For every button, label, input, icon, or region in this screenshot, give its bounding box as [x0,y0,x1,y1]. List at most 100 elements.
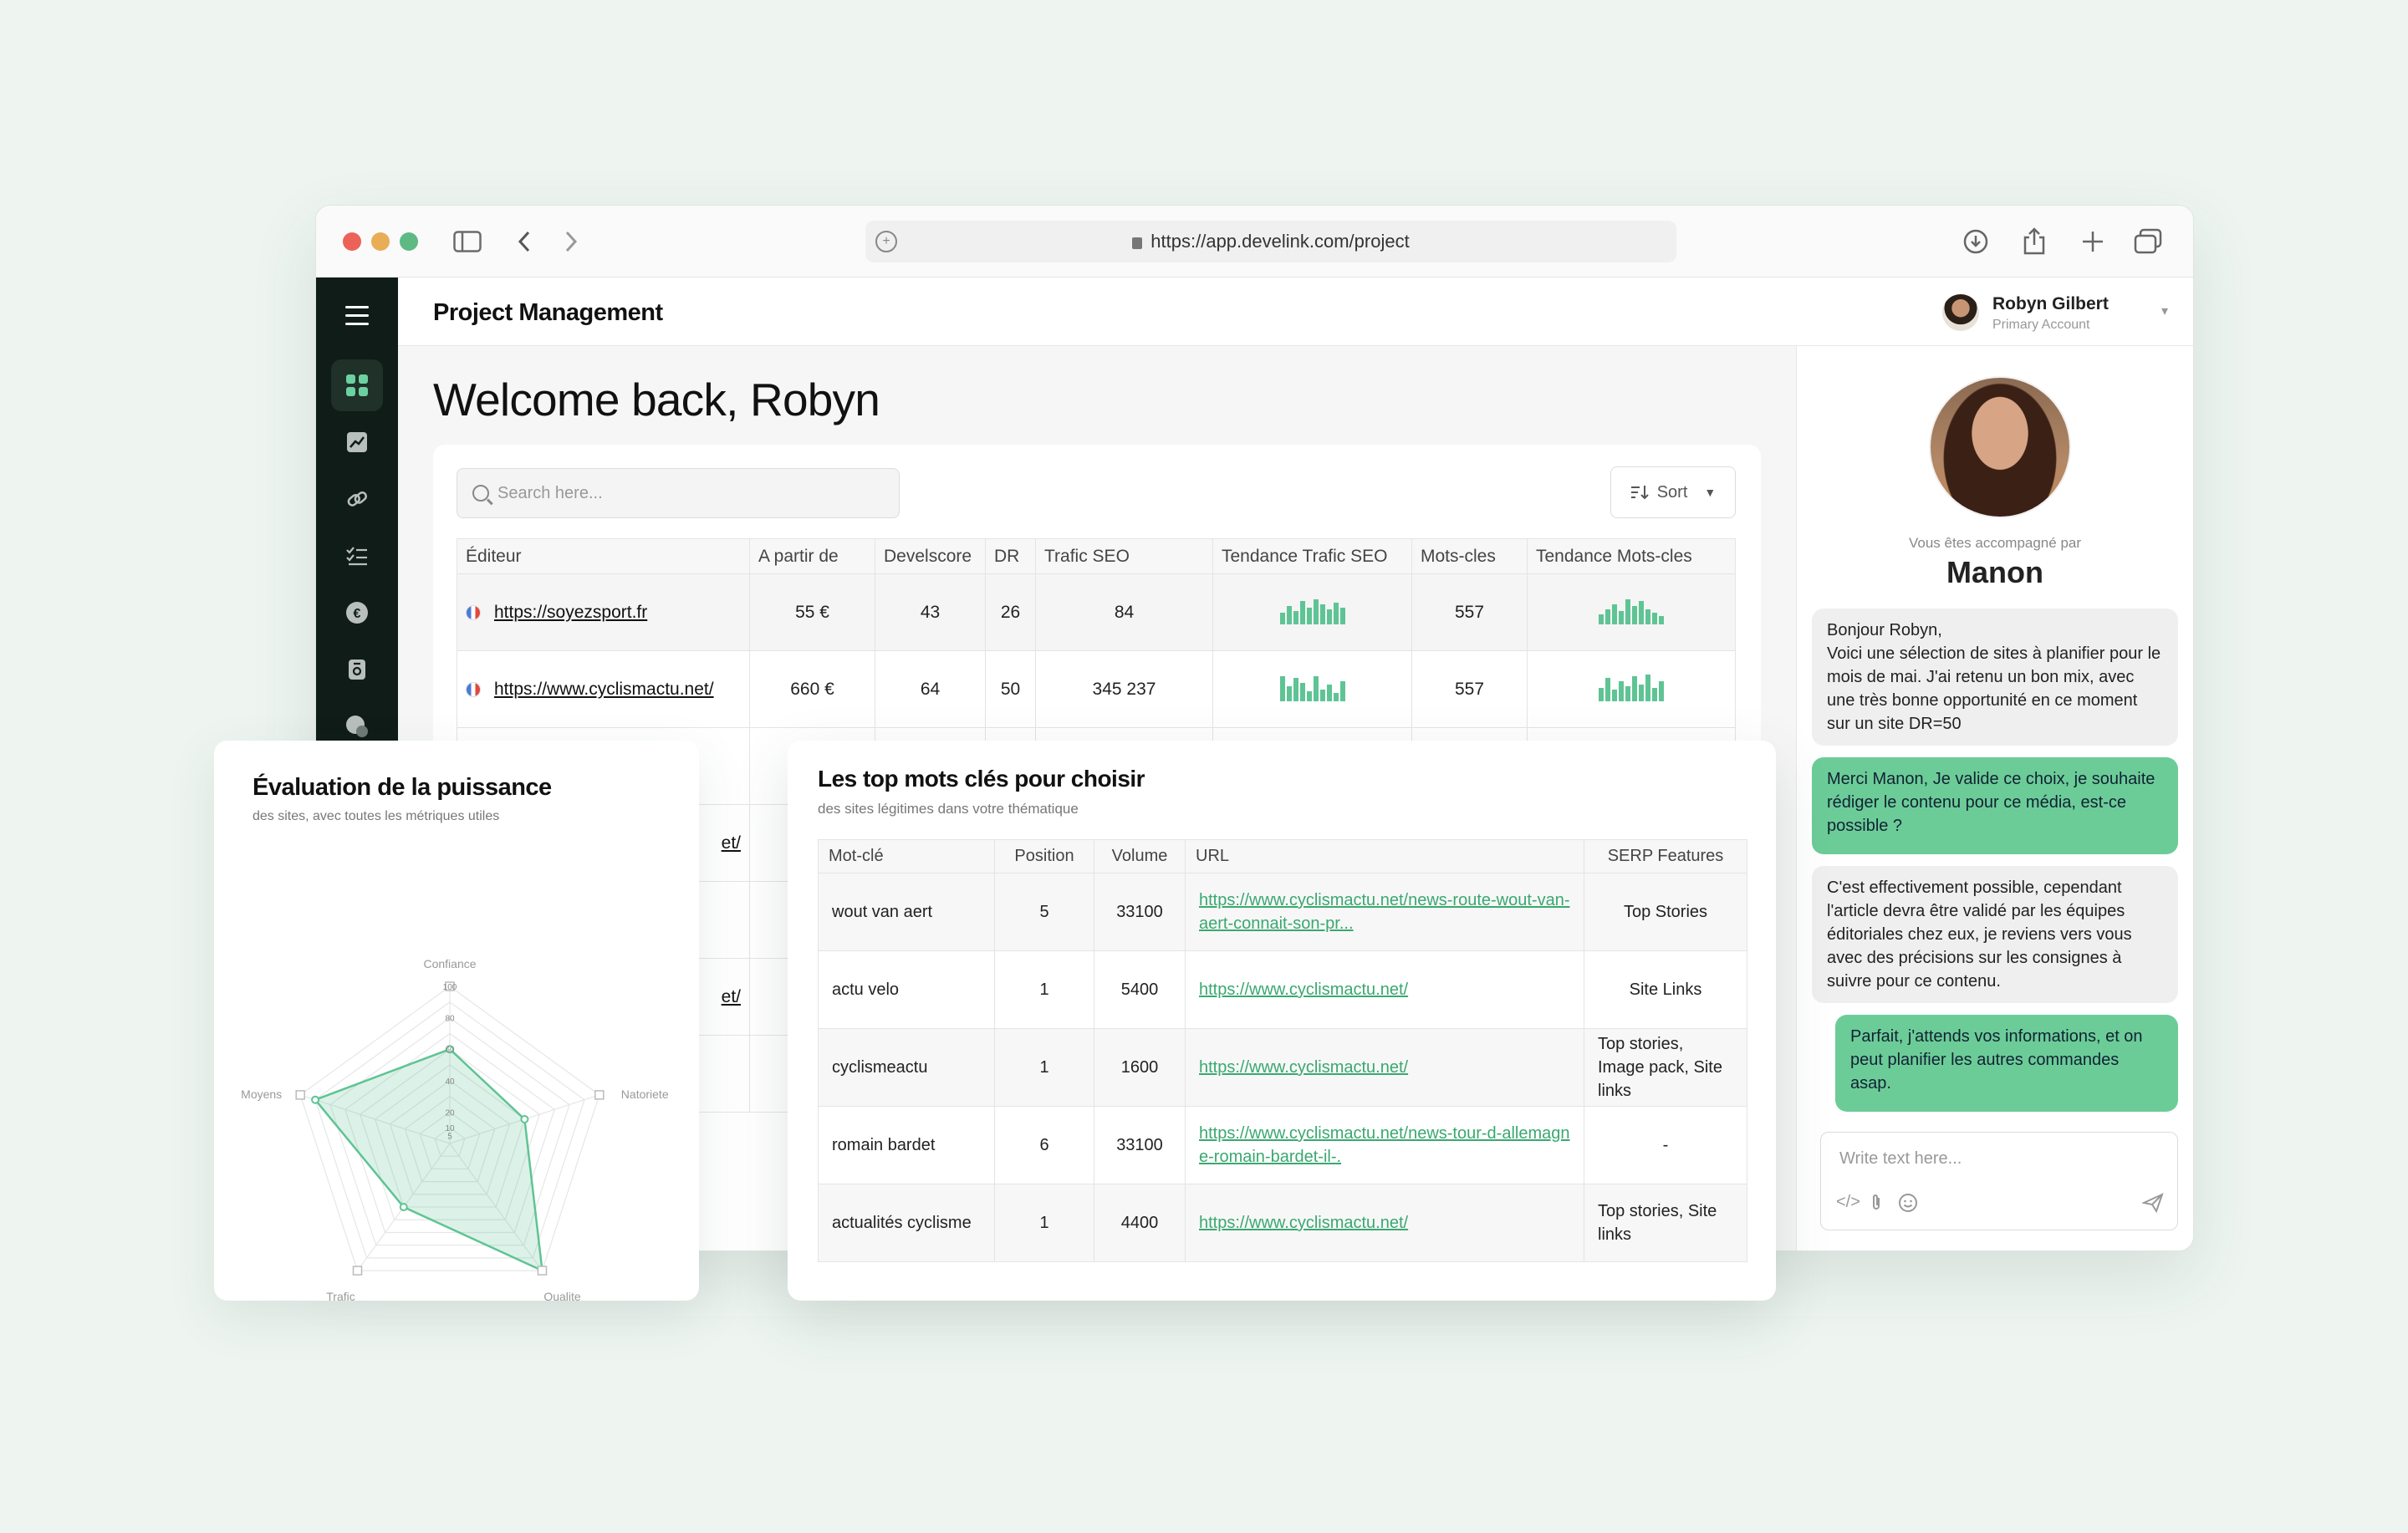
url-link[interactable]: https://www.cyclismactu.net/news-tour-d-… [1199,1124,1570,1166]
search-input[interactable]: Search here... [457,468,900,518]
menu-icon[interactable] [345,306,369,331]
sidebar-toggle-icon[interactable] [450,224,485,259]
column-header[interactable]: Trafic SEO [1035,538,1213,574]
forward-icon[interactable] [554,224,589,259]
price-cell: 660 € [749,650,875,728]
column-header[interactable]: Position [994,839,1094,873]
tab-overview-icon[interactable] [2130,224,2166,259]
radar-data-point [399,1203,408,1212]
position-cell: 1 [994,950,1094,1029]
compose-placeholder: Write text here... [1839,1149,1962,1168]
code-icon[interactable]: </> [1836,1193,1860,1212]
document-icon [349,660,365,680]
editor-link[interactable]: et/ [722,833,741,853]
sidebar-item-dashboard[interactable] [331,359,383,411]
attachment-icon[interactable] [1870,1193,1883,1216]
sidebar-item-tasks[interactable] [331,530,383,582]
url-link[interactable]: https://www.cyclismactu.net/ [1199,980,1408,999]
radar-category-label: Qualite [543,1290,581,1301]
keyword-cell: romain bardet [818,1106,995,1184]
table-row[interactable]: romain bardet 6 33100 https://www.cyclis… [818,1106,1747,1184]
keyword-cell: cyclismeactu [818,1028,995,1107]
france-flag-icon [466,604,481,620]
table-header-row: Mot-clé Position Volume URL SERP Feature… [818,839,1747,873]
browser-toolbar: + https://app.develink.com/project [316,206,2193,278]
column-header[interactable]: URL [1185,839,1584,873]
position-cell: 6 [994,1106,1094,1184]
grid-icon [346,374,368,396]
column-header[interactable]: Éditeur [457,538,750,574]
url-link[interactable]: https://www.cyclismactu.net/news-route-w… [1199,891,1570,933]
sidebar-item-billing[interactable]: € [331,587,383,639]
radar-series-area [314,1047,544,1273]
dr-cell: 50 [985,650,1036,728]
volume-cell: 33100 [1094,1106,1186,1184]
radar-category-label: Moyens [241,1087,282,1101]
position-cell: 1 [994,1028,1094,1107]
keyword-cell: actualités cyclisme [818,1184,995,1262]
column-header[interactable]: SERP Features [1584,839,1747,873]
euro-icon: € [346,602,368,624]
column-header[interactable]: Volume [1094,839,1186,873]
table-row[interactable]: https://soyezsport.fr 55 € 43 26 84 557 [457,573,1736,651]
new-tab-icon[interactable] [2075,224,2110,259]
column-header[interactable]: Mot-clé [818,839,995,873]
user-role: Primary Account [1992,318,2090,332]
privacy-icon[interactable]: + [875,231,897,252]
back-icon[interactable] [507,224,542,259]
radar-tick-label: 60 [445,1046,455,1055]
radar-tick-label: 100 [443,983,457,992]
close-window-button[interactable] [343,232,361,251]
editor-cell: https://soyezsport.fr [457,573,750,651]
emoji-icon[interactable] [1898,1193,1918,1218]
editor-link[interactable]: https://www.cyclismactu.net/ [494,680,714,699]
chat-message-outgoing: Parfait, j'attends vos informations, et … [1835,1015,2178,1112]
table-row[interactable]: cyclismeactu 1 1600 https://www.cyclisma… [818,1028,1747,1107]
search-icon [472,485,489,502]
column-header[interactable]: DR [985,538,1036,574]
radar-axis-marker [594,1090,605,1100]
url-link[interactable]: https://www.cyclismactu.net/ [1199,1058,1408,1077]
share-icon[interactable] [2017,224,2052,259]
keyword-cell: actu velo [818,950,995,1029]
send-icon[interactable] [2140,1193,2164,1218]
sidebar-item-analytics[interactable] [331,416,383,468]
table-row[interactable]: actu velo 1 5400 https://www.cyclismactu… [818,950,1747,1029]
serp-cell: Top stories, Site links [1584,1184,1747,1262]
url-link[interactable]: https://www.cyclismactu.net/ [1199,1214,1408,1232]
chat-message-incoming: C'est effectivement possible, cependant … [1812,866,2178,1003]
table-row[interactable]: wout van aert 5 33100 https://www.cyclis… [818,873,1747,951]
url-cell: https://www.cyclismactu.net/news-tour-d-… [1185,1106,1584,1184]
accompanied-label: Vous êtes accompagné par [1908,535,2082,551]
position-cell: 5 [994,873,1094,951]
trafic-trend-sparkline [1279,596,1345,624]
column-header[interactable]: Develscore [875,538,986,574]
svg-text:€: € [354,607,361,621]
sidebar-item-links[interactable] [331,473,383,525]
download-icon[interactable] [1958,224,1993,259]
chevron-down-icon[interactable]: ▾ [2161,303,2168,319]
sort-button[interactable]: Sort ▼ [1610,466,1736,518]
editor-link[interactable]: https://soyezsport.fr [494,603,647,622]
serp-cell: Site Links [1584,950,1747,1029]
sidebar-item-documents[interactable] [331,644,383,695]
column-header[interactable]: Tendance Trafic SEO [1212,538,1412,574]
zoom-window-button[interactable] [400,232,418,251]
radar-axis-marker [352,1266,363,1276]
column-header[interactable]: Mots-cles [1411,538,1528,574]
sort-icon [1630,486,1649,500]
advisor-chat-panel: Vous êtes accompagné par Manon Bonjour R… [1796,346,2193,1250]
column-header[interactable]: A partir de [749,538,875,574]
table-row[interactable]: https://www.cyclismactu.net/ 660 € 64 50… [457,650,1736,728]
address-bar[interactable]: + https://app.develink.com/project [865,221,1676,262]
table-row[interactable]: actualités cyclisme 1 4400 https://www.c… [818,1184,1747,1262]
radar-category-label: Confiance [423,957,476,970]
column-header[interactable]: Tendance Mots-cles [1527,538,1736,574]
message-compose-field[interactable]: Write text here... </> [1820,1132,2178,1230]
table-header-row: Éditeur A partir de Develscore DR Trafic… [457,538,1736,574]
minimize-window-button[interactable] [371,232,390,251]
editor-link[interactable]: et/ [722,987,741,1006]
account-menu[interactable]: Robyn Gilbert Primary Account ▾ [1942,293,2168,334]
lock-icon [1132,237,1143,249]
volume-cell: 4400 [1094,1184,1186,1262]
